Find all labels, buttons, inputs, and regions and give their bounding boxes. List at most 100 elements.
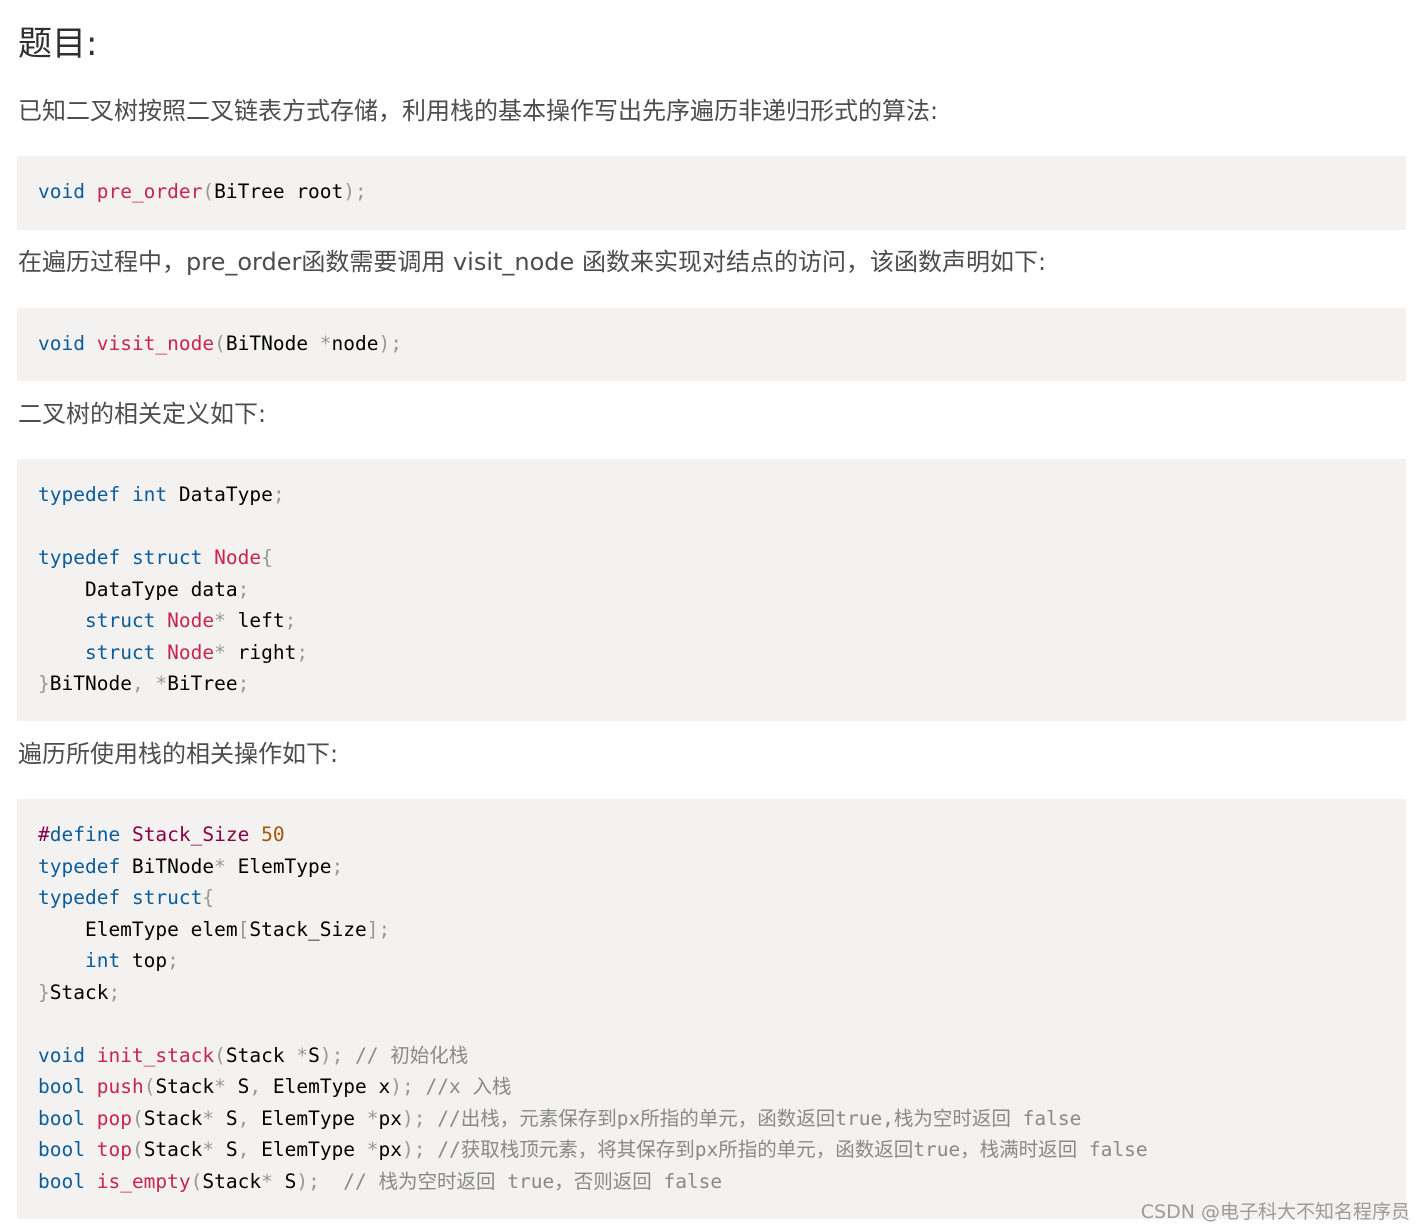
code-comment: // 初始化栈	[355, 1043, 469, 1067]
code-code-text: top	[120, 949, 168, 972]
code-code-text	[155, 609, 167, 632]
code-code-text	[426, 1107, 438, 1130]
code-code-text: BiTNode	[225, 332, 320, 355]
code-code-text: DataType	[167, 483, 273, 506]
code-code-text: Stack	[155, 1075, 215, 1098]
code-keyword: struct	[84, 640, 156, 664]
csdn-watermark: CSDN @电子科大不知名程序员	[1140, 1201, 1410, 1223]
code-identifier: is_empty	[96, 1169, 191, 1193]
code-identifier: Node	[167, 609, 215, 632]
code-code-text: ElemType elem	[38, 917, 238, 941]
code-code-text	[155, 641, 167, 664]
code-code-text: S	[225, 1075, 250, 1098]
code-code-text	[85, 1138, 97, 1161]
code-keyword: void	[38, 180, 85, 203]
code-code-text	[414, 1075, 426, 1098]
code-punctuation: ;	[272, 483, 285, 506]
code-punctuation: );	[402, 1106, 426, 1130]
code-punctuation: );	[296, 1169, 320, 1193]
code-punctuation: ,	[237, 1106, 250, 1130]
code-punctuation: {	[202, 886, 215, 909]
code-punctuation: (	[143, 1075, 156, 1098]
code-code-text: right	[225, 640, 297, 664]
code-code-text	[38, 949, 85, 972]
code-code-text: BiTNode	[120, 854, 215, 878]
code-code-text	[120, 546, 132, 569]
code-code-text	[85, 332, 97, 355]
code-code-text: S	[214, 1138, 238, 1161]
code-punctuation: );	[390, 1075, 414, 1098]
code-punctuation: *	[214, 609, 226, 632]
code-punctuation: ;	[237, 577, 250, 601]
code-comment: // 栈为空时返回 true，否则返回 false	[343, 1169, 723, 1193]
code-code-text	[85, 1044, 97, 1067]
code-code-text: Stack	[225, 1043, 297, 1067]
code-punctuation: }	[38, 980, 50, 1004]
code-line: bool is_empty(Stack* S); // 栈为空时返回 true，…	[38, 1166, 1406, 1198]
code-line: bool top(Stack* S, ElemType *px); //获取栈顶…	[38, 1134, 1406, 1166]
code-punctuation: *	[214, 854, 226, 878]
code-identifier: push	[96, 1075, 144, 1098]
code-preprocessor: Stack_Size	[131, 823, 250, 846]
code-punctuation: ;	[167, 949, 179, 972]
code-keyword: typedef	[38, 886, 121, 909]
code-identifier: init_stack	[96, 1043, 215, 1067]
code-keyword: typedef	[38, 546, 121, 569]
code-code-text: S	[214, 1106, 238, 1130]
code-punctuation: (	[214, 332, 226, 355]
code-code-text	[38, 641, 85, 664]
code-keyword: define	[49, 823, 121, 846]
code-line: #define Stack_Size 50	[38, 819, 1406, 851]
code-preprocessor: #	[38, 823, 50, 846]
code-code-text: px	[378, 1138, 403, 1161]
code-code-text	[85, 1075, 97, 1098]
code-punctuation: (	[131, 1106, 144, 1130]
tree-definition-paragraph: 二叉树的相关定义如下:	[18, 400, 267, 428]
code-keyword: bool	[38, 1169, 85, 1193]
code-keyword: bool	[38, 1106, 85, 1130]
code-keyword: struct	[131, 886, 203, 909]
code-punctuation: ,	[131, 672, 144, 695]
code-keyword: int	[84, 949, 121, 972]
code-code-text	[120, 886, 132, 909]
code-line: ElemType elem[Stack_Size];	[38, 914, 1406, 946]
code-code-text	[85, 180, 97, 203]
page-title: 题目:	[18, 24, 98, 64]
code-code-text	[320, 1170, 343, 1193]
code-punctuation: ,	[237, 1138, 250, 1161]
code-identifier: visit_node	[96, 332, 215, 355]
code-code-text: Stack	[202, 1169, 262, 1193]
code-punctuation: [	[237, 917, 250, 941]
code-punctuation: );	[402, 1138, 426, 1161]
code-punctuation: *	[366, 1138, 379, 1161]
code-code-text	[343, 1044, 355, 1067]
code-punctuation: );	[319, 1043, 344, 1067]
code-code-text	[85, 1107, 97, 1130]
code-line: DataType data;	[38, 574, 1406, 606]
code-code-text: ElemType	[225, 854, 332, 878]
code-line: typedef struct{	[38, 882, 1406, 914]
code-comment: //出栈，元素保存到px所指的单元，函数返回true,栈为空时返回 false	[437, 1106, 1082, 1130]
code-code-text: px	[378, 1106, 403, 1130]
code-code-text: Stack_Size	[249, 917, 367, 941]
stack-operations-paragraph: 遍历所使用栈的相关操作如下:	[18, 740, 339, 768]
code-punctuation: *	[155, 672, 168, 695]
code-code-text	[120, 823, 132, 846]
code-punctuation: *	[319, 332, 332, 355]
code-identifier: Node	[214, 546, 262, 569]
code-keyword: typedef	[38, 854, 121, 878]
code-identifier: top	[96, 1138, 132, 1161]
code-code-text	[426, 1138, 438, 1161]
code-block-tree-definition: typedef int DataType; typedef struct Nod…	[17, 459, 1406, 721]
code-punctuation: ];	[366, 917, 391, 941]
code-number: 50	[261, 823, 285, 846]
code-line: bool push(Stack* S, ElemType x); //x 入栈	[38, 1071, 1406, 1103]
code-keyword: bool	[38, 1138, 85, 1161]
code-punctuation: ;	[296, 640, 309, 664]
code-punctuation: *	[296, 1043, 309, 1067]
code-code-text: ElemType	[249, 1106, 367, 1130]
code-punctuation: );	[378, 332, 402, 355]
code-code-text: Stack	[143, 1138, 203, 1161]
code-block-visit-node: void visit_node(BiTNode *node);	[17, 308, 1406, 381]
